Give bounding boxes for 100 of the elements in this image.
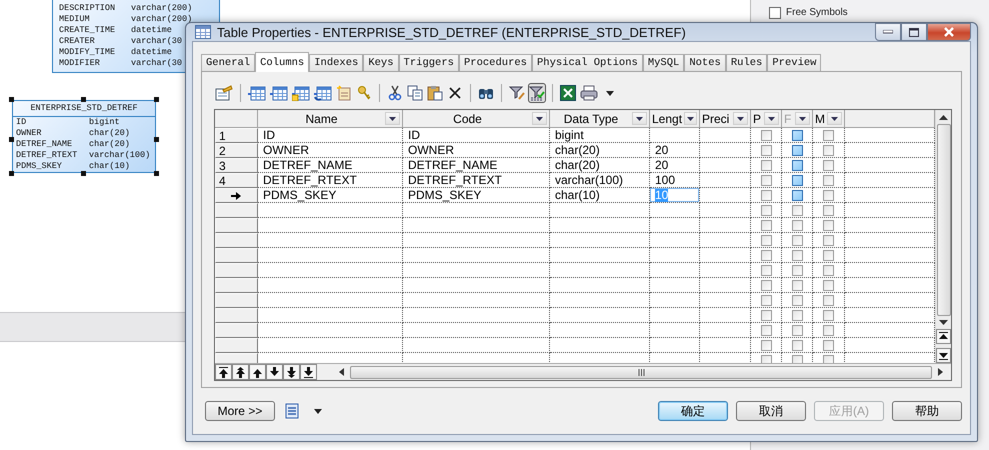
column-header[interactable]: Name	[260, 112, 383, 126]
dialog-button[interactable]: 取消	[736, 401, 806, 421]
checkbox[interactable]	[823, 340, 834, 350]
checkbox[interactable]	[760, 130, 772, 140]
checkbox[interactable]	[792, 354, 802, 363]
checkbox[interactable]	[792, 204, 802, 216]
filter-dropdown[interactable]	[733, 112, 748, 125]
minimize-button[interactable]	[875, 23, 901, 41]
column-header[interactable]: P	[753, 112, 762, 126]
tab[interactable]: Columns	[255, 52, 310, 72]
list-icon[interactable]	[283, 401, 301, 421]
checkbox[interactable]	[792, 324, 802, 336]
scroll-top-button[interactable]	[936, 329, 951, 344]
checkbox[interactable]	[792, 264, 802, 276]
checkbox[interactable]	[823, 280, 834, 290]
dialog-button[interactable]: 帮助	[892, 401, 962, 421]
checkbox[interactable]	[823, 310, 834, 320]
filter-dropdown[interactable]	[385, 112, 400, 125]
resize-handle[interactable]	[154, 171, 159, 176]
checkbox[interactable]	[760, 204, 772, 216]
filter-dropdown[interactable]	[827, 112, 842, 125]
table-entity[interactable]: ENTERPRISE_STD_DETREF ID bigint OWNER char(20) DETREF_NAME char(20) DETREF_RTEXT varchar(100) PDMS_SKEY char(10)	[12, 100, 156, 173]
move-top-button[interactable]	[215, 364, 232, 380]
checkbox[interactable]	[823, 294, 834, 306]
checkbox[interactable]	[792, 174, 802, 186]
filter-dropdown[interactable]	[632, 112, 647, 125]
scroll-right-icon[interactable]	[938, 368, 943, 376]
vertical-scrollbar[interactable]	[935, 110, 951, 363]
checkbox[interactable]	[823, 234, 834, 246]
tab[interactable]: Physical Options	[532, 54, 643, 71]
move-up-button[interactable]	[249, 364, 266, 380]
column-header[interactable]: M	[815, 112, 825, 126]
move-pagedown-button[interactable]	[283, 364, 300, 380]
checkbox[interactable]	[760, 250, 772, 260]
close-button[interactable]	[927, 23, 971, 41]
column-header[interactable]: Lengt	[652, 112, 682, 126]
resize-handle[interactable]	[9, 137, 14, 142]
checkbox[interactable]	[760, 160, 772, 170]
checkbox[interactable]	[792, 340, 802, 350]
resize-handle[interactable]	[154, 97, 159, 102]
checkbox[interactable]	[760, 220, 772, 230]
checkbox[interactable]	[760, 340, 772, 350]
tab[interactable]: Procedures	[458, 54, 532, 71]
checkbox[interactable]	[823, 144, 834, 156]
tab[interactable]: MySQL	[642, 54, 684, 71]
tab[interactable]: Notes	[684, 54, 726, 71]
filter-dropdown[interactable]	[764, 112, 779, 125]
properties-icon[interactable]	[214, 83, 234, 103]
checkbox[interactable]	[760, 280, 772, 290]
scroll-left-icon[interactable]	[339, 368, 344, 376]
move-down-button[interactable]	[266, 364, 283, 380]
move-pageup-button[interactable]	[232, 364, 249, 380]
checkbox[interactable]	[792, 190, 802, 200]
checkbox[interactable]	[823, 204, 834, 216]
checkbox[interactable]	[792, 294, 802, 306]
checkbox[interactable]	[823, 190, 834, 200]
row-header[interactable]: 2	[215, 143, 258, 158]
resize-handle[interactable]	[9, 171, 14, 176]
resize-handle[interactable]	[81, 171, 86, 176]
dialog-button[interactable]: 确定	[658, 401, 728, 421]
more-button[interactable]: More >>	[205, 401, 275, 421]
filter-dropdown[interactable]	[795, 112, 810, 125]
checkbox[interactable]	[823, 354, 834, 363]
checkbox[interactable]	[760, 324, 772, 336]
column-header[interactable]: Preci	[702, 112, 731, 126]
checkbox[interactable]	[760, 310, 772, 320]
checkbox[interactable]	[823, 160, 834, 170]
checkbox[interactable]	[760, 174, 772, 186]
checkbox[interactable]	[760, 264, 772, 276]
maximize-button[interactable]	[901, 23, 927, 41]
tab[interactable]: Preview	[767, 54, 822, 71]
row-header[interactable]: 3	[215, 158, 258, 173]
checkbox[interactable]	[823, 130, 834, 140]
scroll-down-icon[interactable]	[939, 320, 948, 325]
checkbox[interactable]	[823, 264, 834, 276]
checkbox[interactable]	[823, 324, 834, 336]
tab[interactable]: Keys	[363, 54, 399, 71]
checkbox[interactable]	[823, 220, 834, 230]
filter-dropdown[interactable]	[684, 112, 697, 125]
checkbox[interactable]	[823, 250, 834, 260]
checkbox[interactable]	[792, 234, 802, 246]
checkbox[interactable]	[792, 144, 802, 156]
checkbox[interactable]	[823, 174, 834, 186]
checkbox[interactable]	[792, 310, 802, 320]
paste-icon[interactable]	[426, 83, 444, 103]
row-header[interactable]: 1	[215, 128, 258, 143]
checkbox[interactable]	[760, 190, 772, 200]
print-icon[interactable]	[579, 83, 599, 103]
move-bottom-button[interactable]	[300, 364, 317, 380]
column-header[interactable]: Code	[405, 112, 530, 126]
tab[interactable]: Rules	[726, 54, 768, 71]
checkbox[interactable]	[792, 280, 802, 290]
tab[interactable]: General	[201, 54, 256, 71]
spreadsheet-icon[interactable]	[559, 83, 577, 103]
checkbox[interactable]	[760, 294, 772, 306]
checkbox[interactable]	[760, 234, 772, 246]
checkbox[interactable]	[760, 144, 772, 156]
checkbox[interactable]	[792, 160, 802, 170]
filter-button[interactable]	[528, 83, 546, 103]
scroll-up-icon[interactable]	[939, 115, 948, 120]
